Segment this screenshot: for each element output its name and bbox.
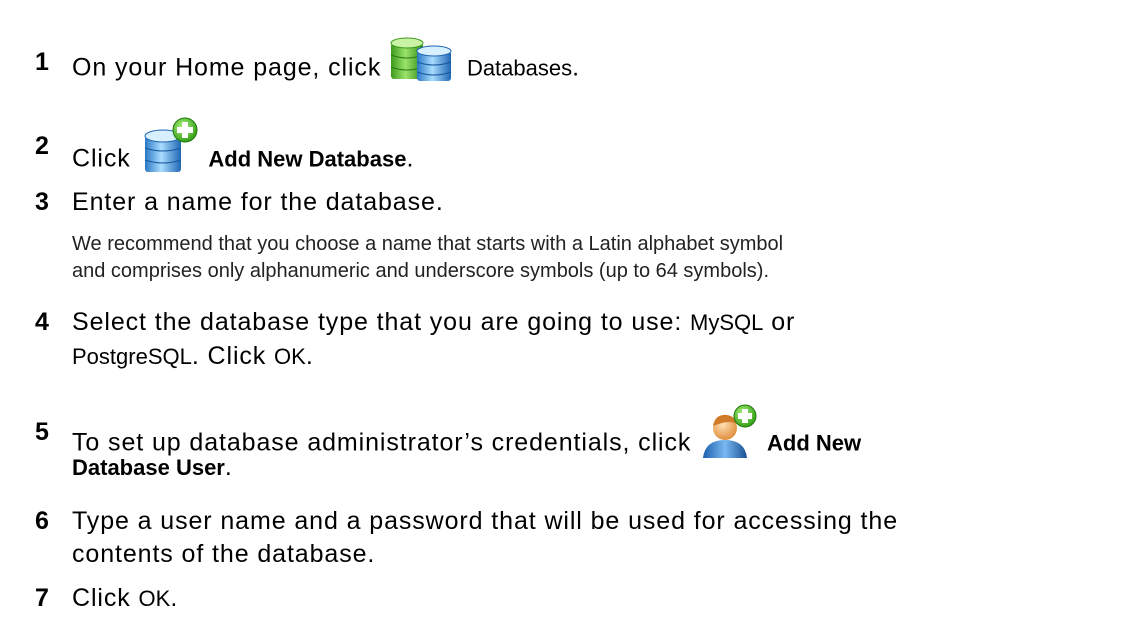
step-text: Click Add New Database.: [72, 117, 415, 190]
step-text-part: . Click: [191, 342, 275, 370]
ui-label-mysql: MySQL: [690, 310, 764, 335]
step-3-note: We recommend that you choose a name that…: [72, 231, 783, 285]
databases-icon: [389, 37, 459, 83]
ui-label-add-new-database: Add New Database: [208, 146, 407, 172]
ui-label-ok: OK: [274, 344, 306, 369]
step-number: 6: [35, 507, 49, 535]
step-text-part: Click: [72, 144, 139, 173]
step-text-part: On your Home page, click: [72, 53, 390, 82]
step-number: 2: [35, 132, 49, 160]
step-text: Click OK.: [72, 582, 178, 615]
step-text: Database User.: [72, 451, 233, 484]
step-text: Type a user name and a password that wil…: [72, 507, 899, 535]
add-database-icon: [139, 116, 201, 176]
ui-label-databases: Databases: [466, 55, 573, 81]
step-text: PostgreSQL. Click OK.: [72, 340, 314, 373]
step-text-part: .: [572, 53, 580, 82]
step-text-part: Click: [72, 584, 139, 612]
step-text: Select the database type that you are go…: [72, 306, 795, 339]
step-number: 5: [35, 418, 49, 446]
add-user-icon: [699, 404, 759, 460]
ui-label-ok: OK: [138, 586, 171, 611]
note-line: We recommend that you choose a name that…: [72, 233, 784, 255]
ui-label-add-new: Add New: [767, 430, 862, 456]
step-text: On your Home page, click Databases.: [72, 37, 580, 92]
step-text-part: Select the database type that you are go…: [72, 308, 691, 336]
step-text: contents of the database.: [72, 540, 376, 568]
document-page: { "steps": [ {"num": "1", "text_before":…: [0, 0, 1137, 620]
step-number: 3: [35, 188, 49, 216]
step-number: 4: [35, 308, 49, 336]
step-text-part: .: [406, 144, 415, 173]
step-text-part: .: [224, 453, 233, 481]
step-text: Enter a name for the database.: [72, 188, 444, 216]
ui-label-database-user: Database User: [72, 455, 225, 480]
note-line: and comprises only alphanumeric and unde…: [72, 260, 770, 282]
step-text-part: .: [170, 584, 179, 612]
step-number: 1: [35, 48, 49, 76]
step-number: 7: [35, 584, 49, 612]
ui-label-postgresql: PostgreSQL: [72, 344, 192, 369]
step-text-part: .: [305, 342, 314, 370]
step-text-part: or: [763, 308, 796, 336]
